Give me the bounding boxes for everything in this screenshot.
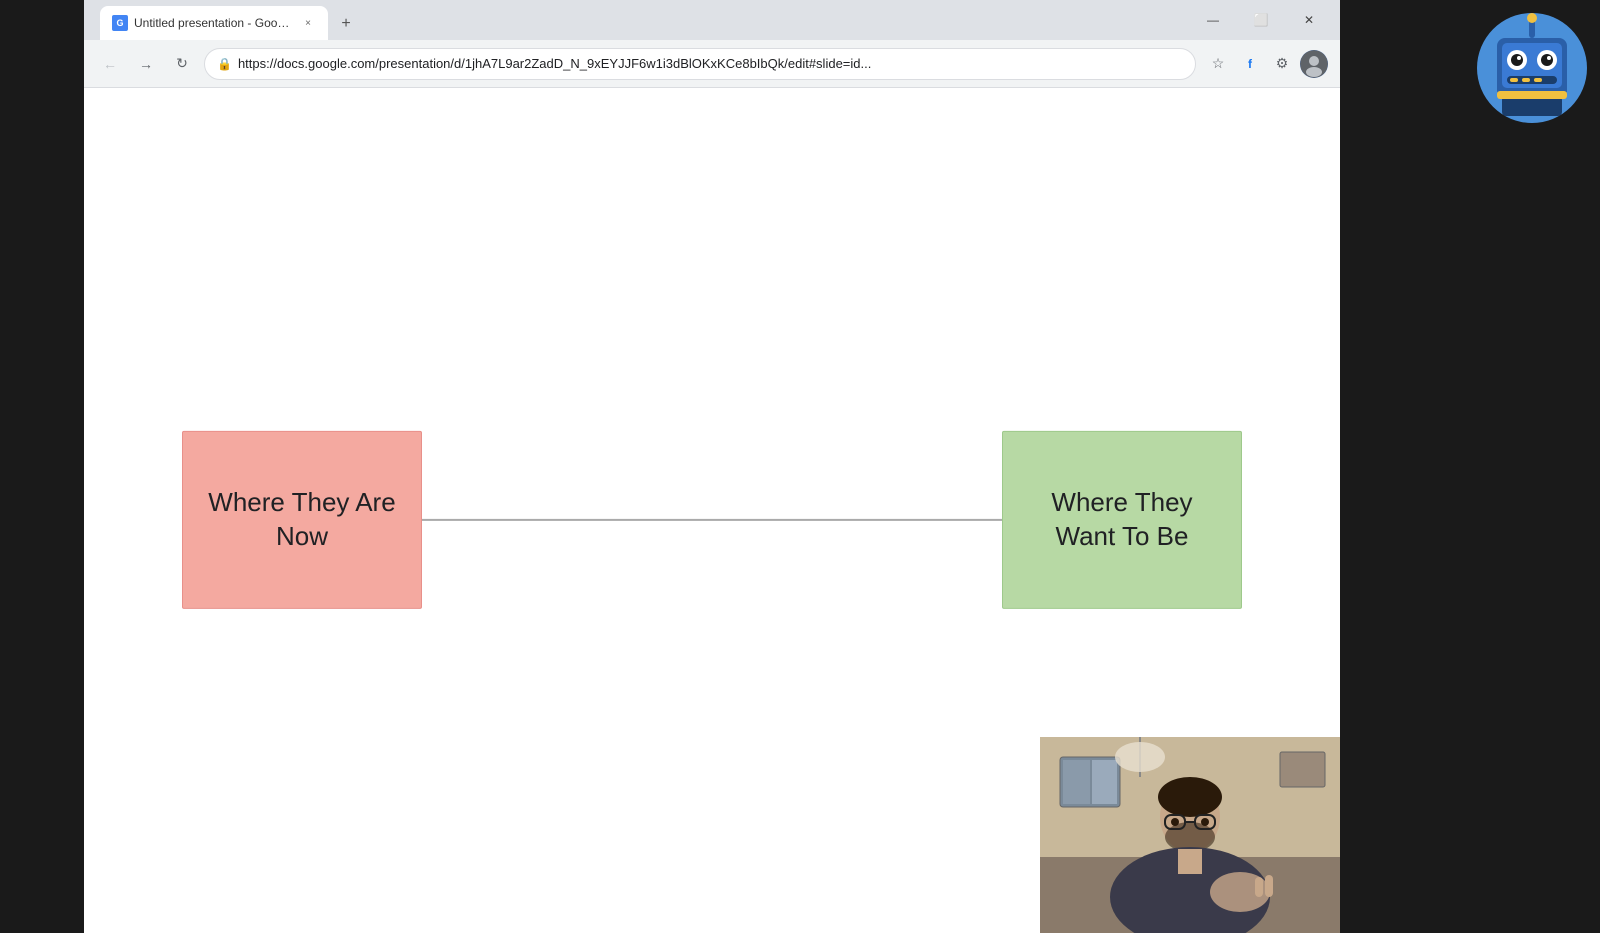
refresh-button[interactable]: ↻ (168, 50, 196, 78)
url-text: https://docs.google.com/presentation/d/1… (238, 56, 1183, 71)
settings-icon[interactable]: ⚙ (1268, 50, 1296, 78)
connector-line (422, 518, 1002, 520)
bookmark-icon[interactable]: ☆ (1204, 50, 1232, 78)
right-box: Where They Want To Be (1002, 430, 1242, 608)
video-overlay (1040, 737, 1340, 933)
slide-area: Where They Are Now Where They Want To Be (84, 88, 1340, 933)
close-button[interactable]: ✕ (1286, 5, 1332, 35)
title-bar: G Untitled presentation - Google S × + —… (84, 0, 1340, 40)
url-bar[interactable]: 🔒 https://docs.google.com/presentation/d… (204, 48, 1196, 80)
diagram: Where They Are Now Where They Want To Be (182, 430, 1242, 608)
lock-icon: 🔒 (217, 57, 232, 71)
tab-close-button[interactable]: × (300, 15, 316, 31)
tab-label: Untitled presentation - Google S (134, 16, 294, 30)
left-box: Where They Are Now (182, 430, 422, 608)
tab-favicon: G (112, 15, 128, 31)
avatar[interactable] (1300, 50, 1328, 78)
browser-window: G Untitled presentation - Google S × + —… (84, 0, 1340, 933)
maximize-button[interactable]: ⬜ (1238, 5, 1284, 35)
address-bar: ← → ↻ 🔒 https://docs.google.com/presenta… (84, 40, 1340, 88)
facebook-icon[interactable]: f (1236, 50, 1264, 78)
robot-avatar (1472, 8, 1592, 128)
side-panel-right (1340, 0, 1600, 933)
video-content (1040, 737, 1340, 933)
minimize-button[interactable]: — (1190, 5, 1236, 35)
new-tab-button[interactable]: + (332, 10, 360, 38)
forward-button[interactable]: → (132, 50, 160, 78)
window-controls: — ⬜ ✕ (1190, 0, 1332, 40)
side-panel-left (0, 0, 84, 933)
back-button[interactable]: ← (96, 50, 124, 78)
active-tab[interactable]: G Untitled presentation - Google S × (100, 6, 328, 40)
toolbar-icons: ☆ f ⚙ (1204, 50, 1328, 78)
tab-bar: G Untitled presentation - Google S × + (92, 0, 360, 40)
